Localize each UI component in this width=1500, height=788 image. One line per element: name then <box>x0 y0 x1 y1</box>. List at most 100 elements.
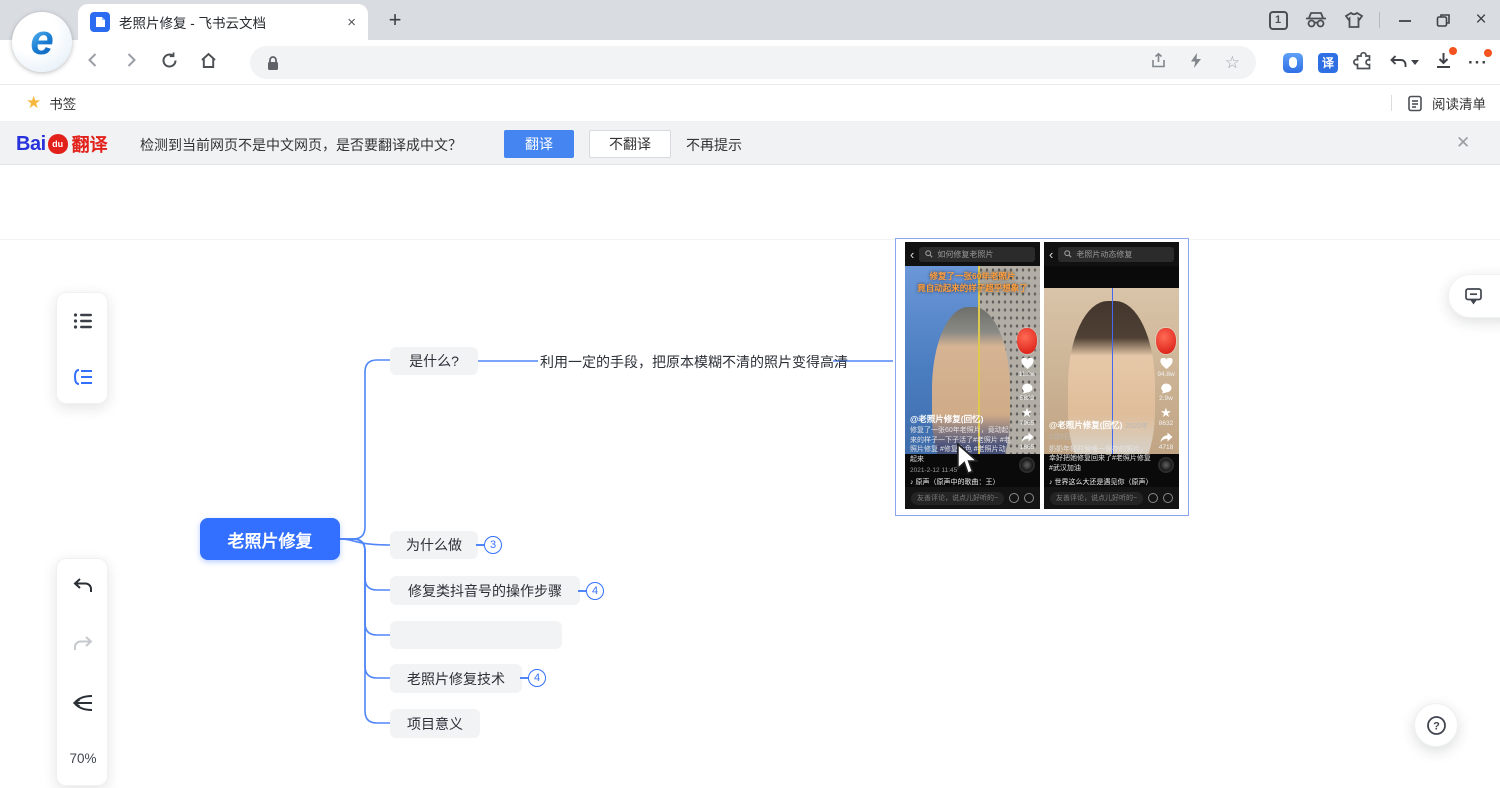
browser-tab-active[interactable]: 老照片修复 - 飞书云文档 × <box>78 4 368 40</box>
outline-view-button[interactable] <box>57 293 109 349</box>
back-button[interactable] <box>84 51 102 74</box>
comment-input-left[interactable]: 友善评论，说点儿好听的~ <box>911 492 1004 505</box>
mindmap-node-steps[interactable]: 修复类抖音号的操作步骤 <box>390 576 580 605</box>
tab-title: 老照片修复 - 飞书云文档 <box>119 12 338 32</box>
forward-button[interactable] <box>122 51 140 74</box>
svg-text:?: ? <box>1433 720 1440 732</box>
no-translate-button[interactable]: 不翻译 <box>589 130 671 158</box>
douyin-left-music[interactable]: ♪ 原声（原声中的歌曲：王） <box>910 477 1012 487</box>
baidu-paw-icon: du <box>48 134 68 154</box>
close-window-button[interactable]: × <box>1462 0 1500 40</box>
incognito-icon[interactable] <box>1297 0 1335 40</box>
douyin-right-searchbar: 老照片动态修复 <box>1058 247 1174 262</box>
bookmark-bar-separator <box>1391 95 1392 111</box>
bookmark-bar: ★ 书签 阅读清单 <box>0 85 1500 122</box>
photo-overlay-caption: 修复了一张60年老照片 竟自动起来的样子超乎想象了 <box>905 271 1040 295</box>
douyin-right-music[interactable]: ♪ 世界这么大还是遇见你（原声） <box>1049 477 1151 487</box>
favorite-star-icon-right[interactable]: ★ <box>1160 406 1172 419</box>
translate-bar-close-icon[interactable]: ✕ <box>1456 133 1470 153</box>
like-heart-icon[interactable] <box>1021 358 1034 370</box>
douyin-left-username[interactable]: @老照片修复(回忆) <box>910 414 1012 424</box>
bookmark-star-icon[interactable]: ☆ <box>1225 54 1240 71</box>
browser-menu-button[interactable]: ··· <box>1468 53 1488 73</box>
mindmap-view-button[interactable] <box>57 349 109 405</box>
tab-close-icon[interactable]: × <box>347 15 356 30</box>
douyin-back-icon-right: ‹ <box>1049 248 1053 261</box>
new-tab-button[interactable]: + <box>378 5 412 35</box>
secure-lock-icon <box>266 55 280 71</box>
collapsed-count-badge-tech[interactable]: 4 <box>528 669 546 687</box>
reload-button[interactable] <box>160 51 179 75</box>
douyin-right-topbar: ‹ 老照片动态修复 <box>1044 242 1179 266</box>
mindmap-node-meaning[interactable]: 项目意义 <box>390 709 480 738</box>
mindmap-image-node[interactable]: ‹ 如何修复老照片 修复了一张60年老照片 <box>895 238 1189 516</box>
tab-counter-button[interactable]: 1 <box>1259 0 1297 40</box>
feishu-doc-header: 老照片修复 ☆ 我的空间 已经保存到云端 分享 ··· 0 <box>0 165 1500 240</box>
mindmap-node-tech[interactable]: 老照片修复技术 <box>390 664 522 693</box>
home-button[interactable] <box>199 51 218 75</box>
mindmap-node-what[interactable]: 是什么? <box>390 347 478 375</box>
activity-sticker-icon <box>1017 328 1037 354</box>
theme-skin-icon[interactable] <box>1335 0 1373 40</box>
minimize-button[interactable] <box>1386 0 1424 40</box>
emoji-icon-left[interactable] <box>1009 493 1019 503</box>
douyin-right-comment-bar: 友善评论，说点儿好听的~ <box>1044 487 1179 509</box>
mindmap-node-why[interactable]: 为什么做 <box>390 531 478 559</box>
mindmap-node-empty[interactable] <box>390 621 562 649</box>
douyin-search-icon <box>925 250 933 258</box>
redo-button[interactable] <box>57 635 109 654</box>
mention-icon-left[interactable] <box>1024 493 1034 503</box>
mindmap-detail-text[interactable]: 利用一定的手段，把原本模糊不清的照片变得高清 <box>540 352 848 372</box>
extensions-icon[interactable] <box>1353 51 1374 75</box>
translate-extension-icon[interactable]: 译 <box>1318 53 1338 73</box>
douyin-left-searchbar: 如何修复老照片 <box>919 247 1035 262</box>
browser-window: e 老照片修复 - 飞书云文档 × + 1 <box>0 0 1500 788</box>
music-record-icon[interactable] <box>1019 457 1035 473</box>
share-arrow-icon-right[interactable] <box>1160 432 1173 443</box>
douyin-right-username[interactable]: @老照片修复(回忆)2020年2月5日 <box>1049 420 1151 443</box>
dont-remind-link[interactable]: 不再提示 <box>686 135 742 155</box>
mindmap-root-node[interactable]: 老照片修复 <box>200 518 340 560</box>
mindmap-canvas[interactable]: 老照片修复 是什么? 利用一定的手段，把原本模糊不清的照片变得高清 为什么做 3… <box>0 240 1500 788</box>
share-arrow-icon[interactable] <box>1021 432 1034 443</box>
baidu-logo-bai: Bai <box>16 133 46 156</box>
downloads-button[interactable] <box>1434 51 1453 75</box>
undo-button[interactable] <box>57 577 109 596</box>
collapsed-count-badge-steps[interactable]: 4 <box>586 582 604 600</box>
mouse-gesture-extension-icon[interactable] <box>1283 53 1303 73</box>
quick-actions-lightning-icon[interactable] <box>1189 52 1203 74</box>
translate-button[interactable]: 翻译 <box>504 130 574 158</box>
window-controls: 1 × <box>1259 0 1500 40</box>
douyin-search-icon-right <box>1064 250 1072 258</box>
comment-panel-toggle[interactable] <box>1448 274 1500 318</box>
bookmarks-label[interactable]: 书签 <box>49 93 76 113</box>
canvas-controls-panel: 70% <box>56 558 108 786</box>
comment-input-right[interactable]: 友善评论，说点儿好听的~ <box>1050 492 1143 505</box>
share-page-icon[interactable] <box>1150 52 1167 74</box>
douyin-right-action-rail: 94.8w 2.9w ★ 8632 4718 <box>1156 328 1176 473</box>
comment-bubble-icon[interactable] <box>1021 383 1033 394</box>
bookmark-folder-star-icon[interactable]: ★ <box>26 93 41 113</box>
collapsed-count-badge-why[interactable]: 3 <box>484 536 502 554</box>
address-bar[interactable]: ☆ <box>250 46 1256 79</box>
baidu-logo-product: 翻译 <box>72 131 108 157</box>
help-button[interactable]: ? <box>1414 703 1458 747</box>
zoom-level[interactable]: 70% <box>57 751 109 766</box>
reading-list-icon[interactable] <box>1407 95 1423 112</box>
like-heart-icon-right[interactable] <box>1160 358 1173 370</box>
douyin-left-action-rail: 11.2w 5822 ★ 7965 1865 <box>1017 328 1037 473</box>
reading-list-label[interactable]: 阅读清单 <box>1432 93 1486 113</box>
undo-closed-tab-button[interactable] <box>1389 54 1419 71</box>
fit-to-center-button[interactable] <box>57 693 109 713</box>
douyin-screenshot-right: ‹ 老照片动态修复 <box>1044 242 1179 509</box>
favorite-star-icon-left[interactable]: ★ <box>1021 406 1033 419</box>
undo-dropdown-caret[interactable] <box>1411 60 1419 65</box>
restore-button[interactable] <box>1424 0 1462 40</box>
downloads-alert-dot <box>1449 47 1457 55</box>
emoji-icon-right[interactable] <box>1148 493 1158 503</box>
mindmap-connectors <box>0 240 1500 788</box>
mention-icon-right[interactable] <box>1163 493 1173 503</box>
comment-bubble-icon-right[interactable] <box>1160 383 1172 394</box>
music-record-icon-right[interactable] <box>1158 457 1174 473</box>
browser-logo[interactable]: e <box>12 12 72 72</box>
